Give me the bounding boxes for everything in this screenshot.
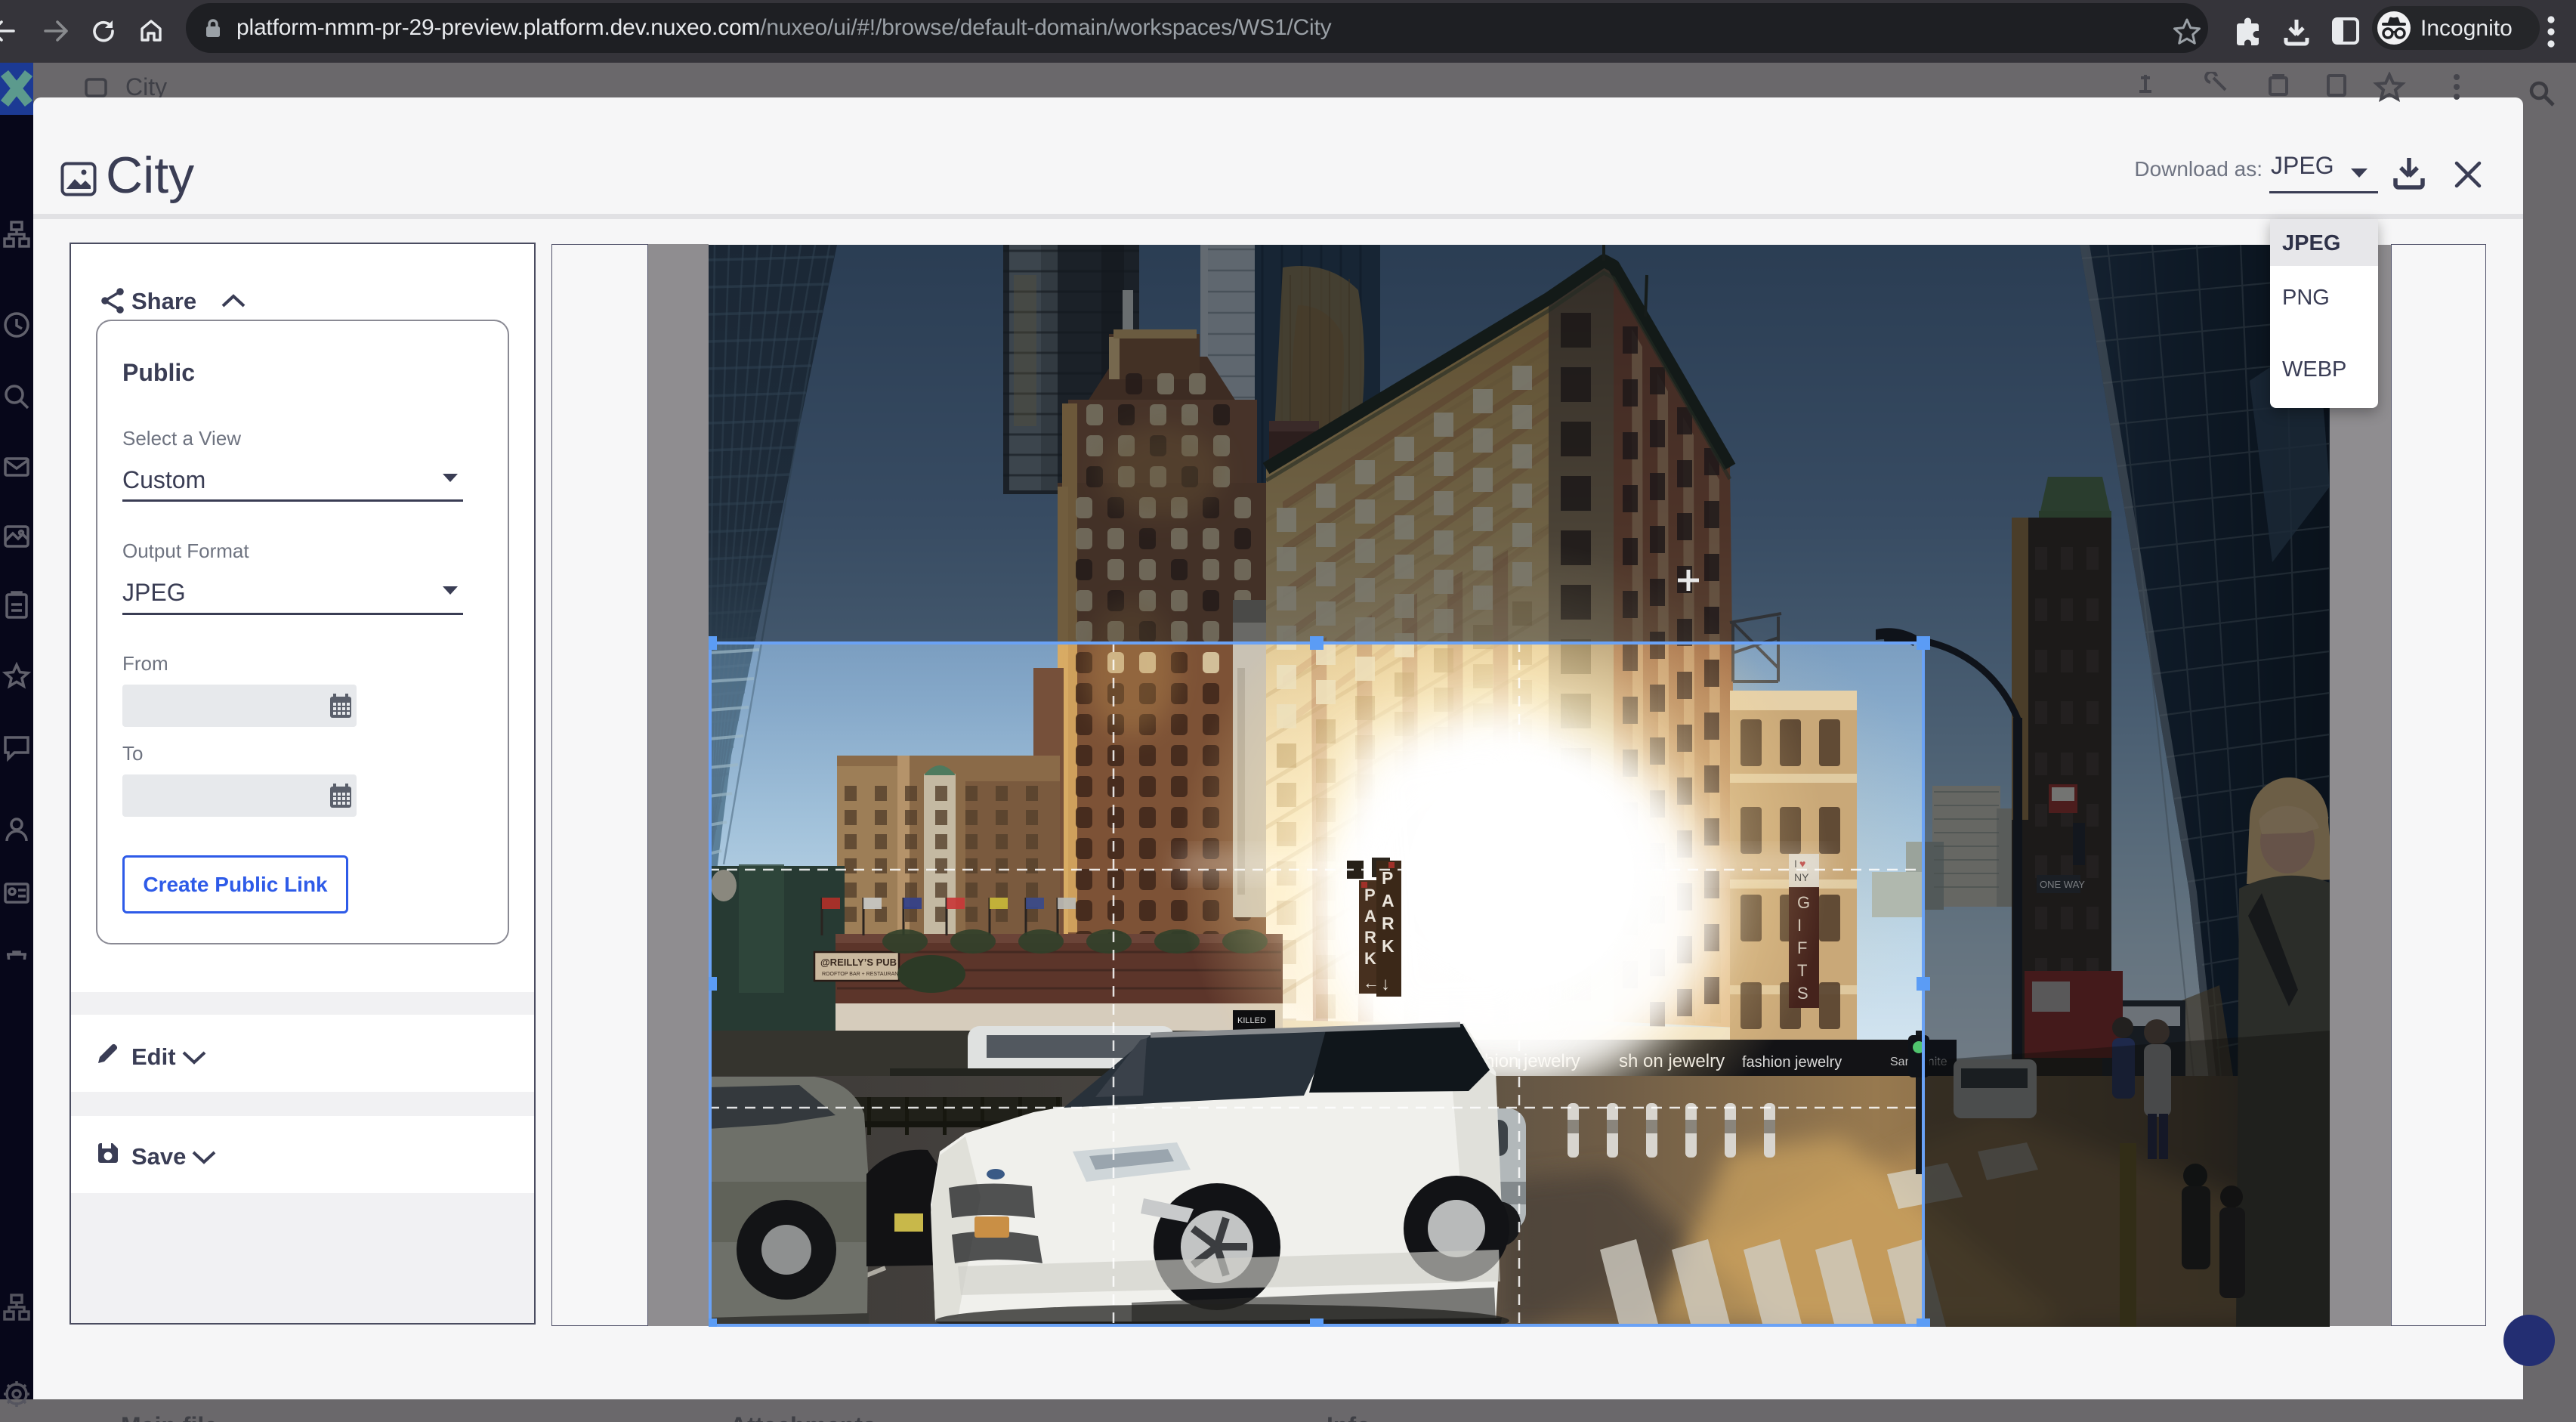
svg-text:K: K: [1382, 936, 1395, 956]
svg-text:A: A: [1382, 891, 1395, 910]
svg-text:P: P: [1382, 868, 1393, 888]
svg-text:A: A: [1364, 907, 1376, 926]
svg-text:KILLED: KILLED: [1237, 1016, 1266, 1025]
svg-text:ROOFTOP BAR + RESTAURANT: ROOFTOP BAR + RESTAURANT: [822, 972, 902, 977]
svg-text:P: P: [1364, 886, 1376, 904]
svg-text:R: R: [1364, 928, 1376, 947]
svg-text:↓: ↓: [1381, 974, 1390, 994]
svg-text:R: R: [1382, 913, 1395, 933]
svg-text:@REILLY’S PUB: @REILLY’S PUB: [820, 957, 897, 968]
svg-text:K: K: [1364, 949, 1376, 968]
